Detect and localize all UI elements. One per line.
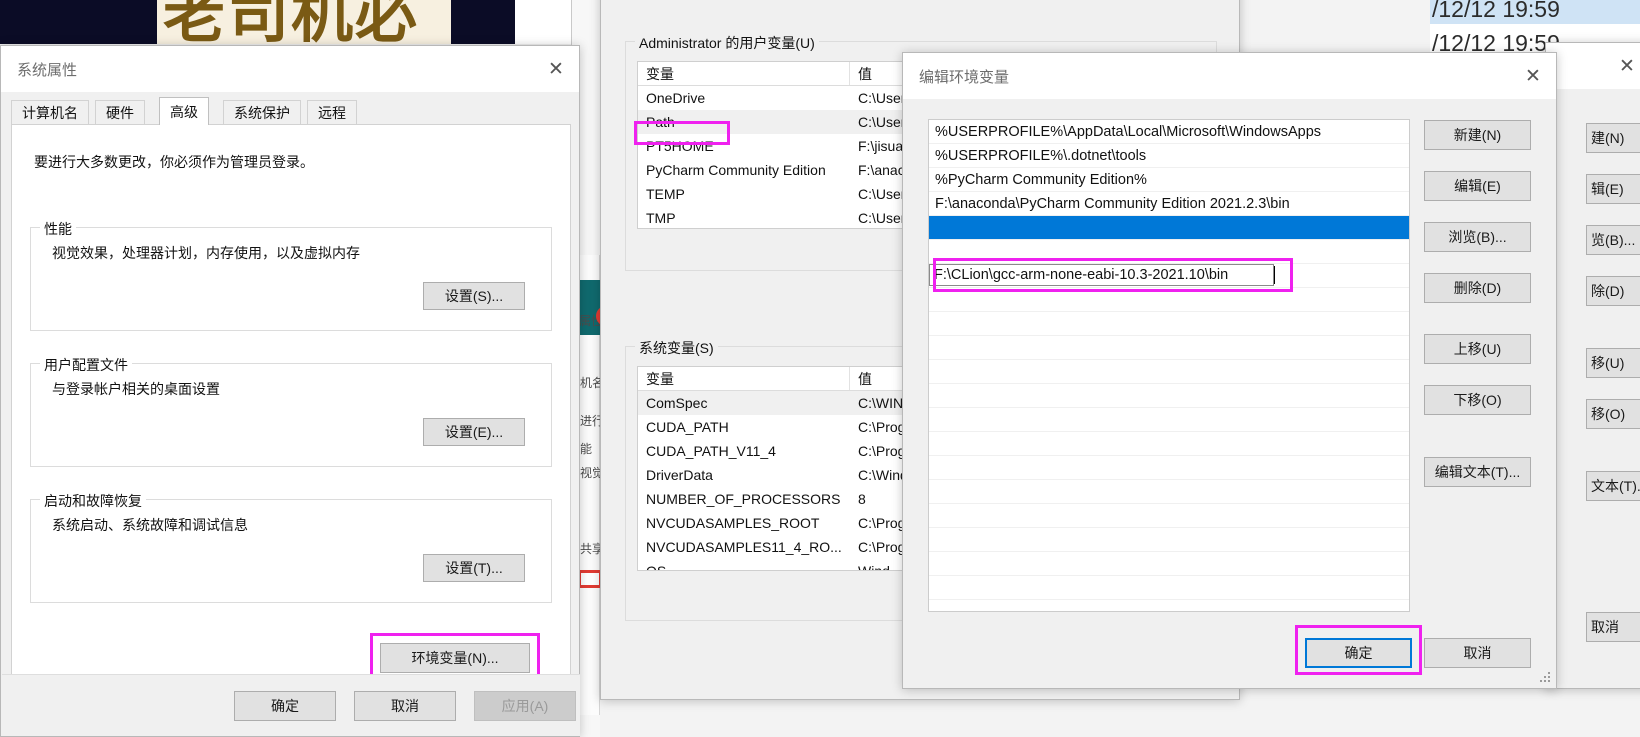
banner-text: 老司机必: [163, 0, 420, 44]
list-item-selected[interactable]: [929, 216, 1409, 240]
system-variables-legend: 系统变量(S): [635, 338, 718, 358]
list-item-empty[interactable]: [929, 240, 1409, 264]
variable-name: ComSpec: [646, 395, 708, 411]
tab-computer-name[interactable]: 计算机名: [11, 100, 89, 124]
ok-button[interactable]: 确定: [234, 691, 336, 721]
variable-name: TMP: [646, 210, 676, 226]
variable-name: Path: [646, 114, 675, 130]
edit-text-button-behind[interactable]: 文本(T)...: [1586, 471, 1640, 501]
tab-page-advanced: 要进行大多数更改，你必须作为管理员登录。 性能 视觉效果，处理器计划，内存使用，…: [11, 124, 571, 702]
tab-strip: 计算机名 硬件 高级 系统保护 远程: [11, 97, 571, 125]
column-header-name: 变量: [638, 367, 850, 390]
close-icon[interactable]: ✕: [1510, 53, 1556, 99]
banner-dark-left: [0, 0, 157, 44]
timestamp-top: /12/12 19:59: [1432, 0, 1560, 22]
environment-variables-button[interactable]: 环境变量(N)...: [380, 643, 530, 673]
delete-button-behind[interactable]: 除(D): [1586, 276, 1640, 306]
list-item-empty[interactable]: [929, 480, 1409, 504]
bg-strip-text-4: 能: [580, 442, 593, 456]
performance-settings-button[interactable]: 设置(S)...: [423, 282, 525, 310]
browse-button[interactable]: 浏览(B)...: [1424, 222, 1531, 252]
browse-button-behind[interactable]: 览(B)...: [1586, 225, 1640, 255]
edit-environment-variable-window[interactable]: 编辑环境变量 ✕ %USERPROFILE%\AppData\Local\Mic…: [902, 52, 1557, 689]
delete-button[interactable]: 删除(D): [1424, 273, 1531, 303]
text-caret: [1274, 266, 1275, 284]
move-down-button-behind[interactable]: 移(O): [1586, 399, 1640, 429]
list-item[interactable]: F:\anaconda\PyCharm Community Edition 20…: [929, 192, 1409, 216]
edit-text-button[interactable]: 编辑文本(T)...: [1424, 457, 1531, 487]
ok-button[interactable]: 确定: [1305, 638, 1412, 668]
column-header-name: 变量: [638, 62, 850, 85]
user-profiles-settings-button[interactable]: 设置(E)...: [423, 418, 525, 446]
move-up-button-behind[interactable]: 移(U): [1586, 348, 1640, 378]
path-entry-list[interactable]: %USERPROFILE%\AppData\Local\Microsoft\Wi…: [928, 119, 1410, 612]
list-item-empty[interactable]: [929, 288, 1409, 312]
list-item[interactable]: %USERPROFILE%\.dotnet\tools: [929, 144, 1409, 168]
variable-name: TEMP: [646, 186, 685, 202]
tab-advanced[interactable]: 高级: [159, 97, 209, 125]
variable-name: DriverData: [646, 467, 713, 483]
list-item-empty[interactable]: [929, 528, 1409, 552]
edit-environment-variable-window-behind[interactable]: ✕ 建(N) 辑(E) 览(B)... 除(D) 移(U) 移(O) 文本(T)…: [1545, 42, 1640, 689]
list-item-empty[interactable]: [929, 576, 1409, 600]
user-profiles-legend: 用户配置文件: [40, 355, 132, 375]
variable-name: OneDrive: [646, 90, 706, 106]
close-icon[interactable]: ✕: [533, 46, 579, 92]
variable-name: OS: [646, 563, 667, 571]
performance-description: 视觉效果，处理器计划，内存使用，以及虚拟内存: [52, 245, 360, 261]
edit-env-titlebar[interactable]: 编辑环境变量 ✕: [903, 53, 1556, 99]
new-button[interactable]: 新建(N): [1424, 120, 1531, 150]
variable-name: CUDA_PATH: [646, 419, 729, 435]
cancel-button-behind[interactable]: 取消: [1586, 612, 1640, 642]
path-entry-input[interactable]: F:\CLion\gcc-arm-none-eabi-10.3-2021.10\…: [929, 264, 1274, 286]
list-item-empty[interactable]: [929, 312, 1409, 336]
list-item-empty[interactable]: [929, 360, 1409, 384]
variable-name: PT5HOME: [646, 138, 714, 154]
startup-recovery-legend: 启动和故障恢复: [40, 491, 146, 511]
new-button-behind[interactable]: 建(N): [1586, 123, 1640, 153]
startup-recovery-description: 系统启动、系统故障和调试信息: [52, 517, 248, 533]
move-up-button[interactable]: 上移(U): [1424, 334, 1531, 364]
variable-name: PyCharm Community Edition: [646, 162, 826, 178]
window-title: 编辑环境变量: [919, 69, 1010, 86]
cancel-button[interactable]: 取消: [354, 691, 456, 721]
banner-cream: 老司机必: [157, 0, 451, 44]
performance-legend: 性能: [40, 219, 76, 239]
user-variables-legend: Administrator 的用户变量(U): [635, 33, 819, 53]
list-item[interactable]: %USERPROFILE%\AppData\Local\Microsoft\Wi…: [929, 120, 1409, 144]
list-item-empty[interactable]: [929, 456, 1409, 480]
banner-dark-right: [451, 0, 515, 44]
titlebar-behind[interactable]: ✕: [1546, 43, 1640, 89]
system-properties-footer: 确定 取消 应用(A): [2, 674, 580, 736]
tab-system-protection[interactable]: 系统保护: [223, 100, 301, 124]
cancel-button[interactable]: 取消: [1424, 638, 1531, 668]
variable-name: NVCUDASAMPLES11_4_RO...: [646, 539, 842, 555]
list-item-empty[interactable]: [929, 552, 1409, 576]
variable-name: CUDA_PATH_V11_4: [646, 443, 776, 459]
resize-grip-icon[interactable]: [1538, 670, 1552, 684]
variable-name: NVCUDASAMPLES_ROOT: [646, 515, 820, 531]
tab-remote[interactable]: 远程: [307, 100, 357, 124]
list-item-empty[interactable]: [929, 504, 1409, 528]
startup-recovery-settings-button[interactable]: 设置(T)...: [423, 554, 525, 582]
admin-notice-text: 要进行大多数更改，你必须作为管理员登录。: [34, 154, 314, 170]
list-item-empty[interactable]: [929, 336, 1409, 360]
list-item-empty[interactable]: [929, 384, 1409, 408]
move-down-button[interactable]: 下移(O): [1424, 385, 1531, 415]
list-item[interactable]: %PyCharm Community Edition%: [929, 168, 1409, 192]
apply-button: 应用(A): [474, 691, 576, 721]
edit-button-behind[interactable]: 辑(E): [1586, 174, 1640, 204]
list-item-empty[interactable]: [929, 408, 1409, 432]
tab-hardware[interactable]: 硬件: [95, 100, 145, 124]
window-title: 系统属性: [17, 62, 78, 79]
variable-name: NUMBER_OF_PROCESSORS: [646, 491, 841, 507]
user-profiles-description: 与登录帐户相关的桌面设置: [52, 381, 220, 397]
close-icon[interactable]: ✕: [1604, 43, 1640, 89]
list-item-empty[interactable]: [929, 432, 1409, 456]
system-properties-titlebar[interactable]: 系统属性 ✕: [1, 46, 579, 92]
bg-red-marker: [578, 570, 602, 588]
system-properties-window[interactable]: 系统属性 ✕ 计算机名 硬件 高级 系统保护 远程 要进行大多数更改，你必须作为…: [0, 45, 580, 737]
edit-button[interactable]: 编辑(E): [1424, 171, 1531, 201]
